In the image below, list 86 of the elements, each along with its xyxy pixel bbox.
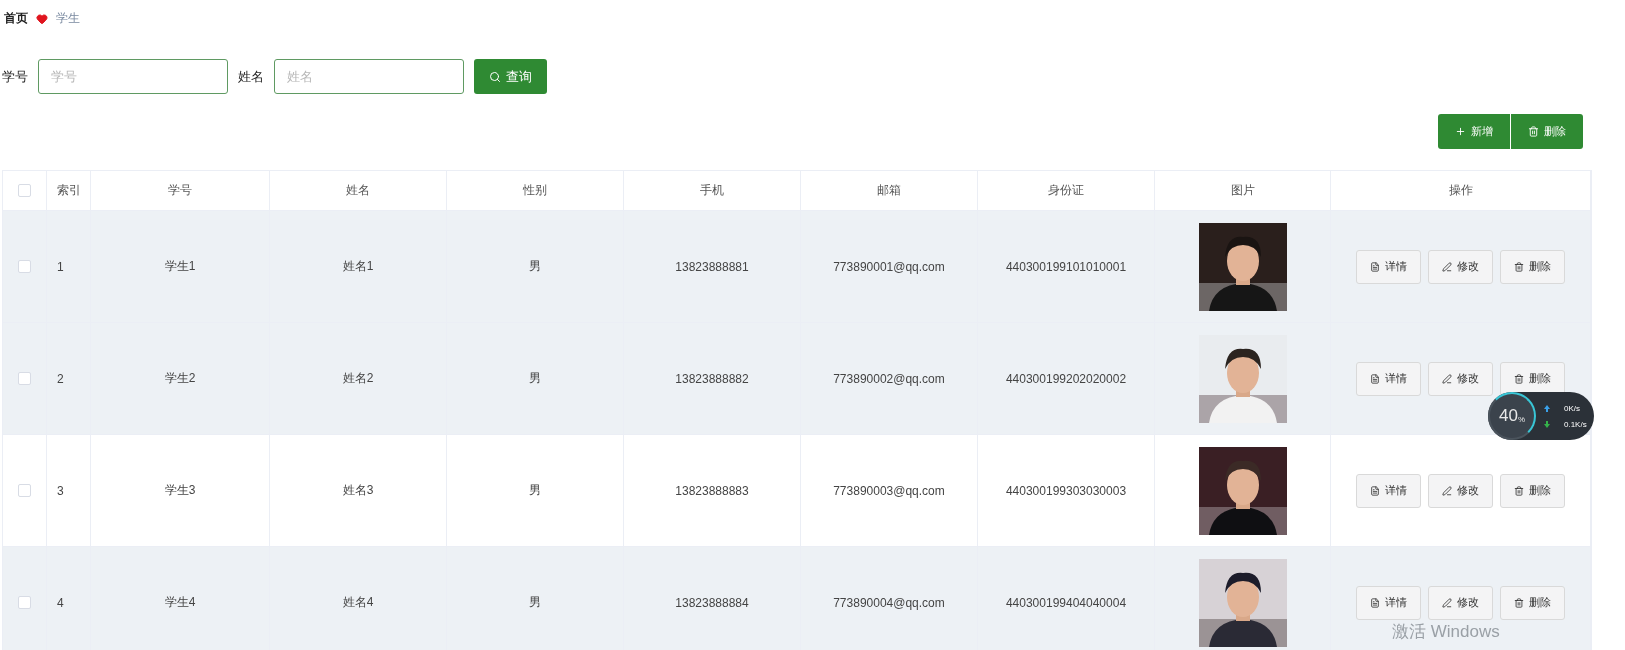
- table-cell: 姓名3: [270, 435, 447, 546]
- table-cell: 440300199303030003: [978, 435, 1155, 546]
- trash-icon: [1514, 261, 1524, 272]
- pen-icon: [1442, 261, 1452, 272]
- upload-rate: 0K/s: [1564, 403, 1580, 413]
- table-cell: 学生1: [91, 211, 270, 322]
- breadcrumb-item: 学生: [56, 10, 80, 27]
- table-cell: 13823888884: [624, 547, 801, 650]
- search-button[interactable]: 查询: [474, 59, 547, 94]
- percent-unit: %: [1517, 414, 1525, 424]
- breadcrumb-item[interactable]: 首页: [4, 10, 28, 27]
- detail-button[interactable]: 详情: [1356, 585, 1421, 620]
- delete-button[interactable]: 删除: [1500, 361, 1565, 396]
- table-cell: 440300199202020002: [978, 323, 1155, 434]
- download-rate: 0.1K/s: [1564, 419, 1587, 429]
- edit-button[interactable]: 修改: [1428, 249, 1493, 284]
- checkbox[interactable]: [18, 372, 31, 385]
- search-icon: [489, 70, 501, 83]
- checkbox[interactable]: [18, 184, 31, 197]
- table-cell: 773890001@qq.com: [801, 211, 978, 322]
- usage-percent: 40: [1498, 406, 1518, 426]
- table-cell: 4: [47, 547, 91, 650]
- table-cell: 男: [447, 323, 624, 434]
- table-cell: 773890002@qq.com: [801, 323, 978, 434]
- field-label: 学号: [2, 67, 28, 86]
- column-header: 姓名: [270, 171, 447, 210]
- column-header: 邮箱: [801, 171, 978, 210]
- column-header: 图片: [1155, 171, 1331, 210]
- column-header: 学号: [91, 171, 270, 210]
- table-cell: 姓名1: [270, 211, 447, 322]
- column-header: 手机: [624, 171, 801, 210]
- trash-icon: [1514, 373, 1524, 384]
- edit-button[interactable]: 修改: [1428, 473, 1493, 508]
- detail-button[interactable]: 详情: [1356, 473, 1421, 508]
- pen-icon: [1442, 485, 1452, 496]
- document-icon: [1370, 485, 1380, 496]
- table-cell: 13823888883: [624, 435, 801, 546]
- table-cell: 773890004@qq.com: [801, 547, 978, 650]
- table-cell: 学生4: [91, 547, 270, 650]
- document-icon: [1370, 261, 1380, 272]
- table-cell: 1: [47, 211, 91, 322]
- add-button[interactable]: 新增: [1438, 114, 1510, 149]
- table-cell: 男: [447, 435, 624, 546]
- detail-button[interactable]: 详情: [1356, 249, 1421, 284]
- heart-icon: [36, 12, 48, 25]
- delete-button[interactable]: 删除: [1500, 473, 1565, 508]
- table-cell: 13823888881: [624, 211, 801, 322]
- table-cell: 姓名4: [270, 547, 447, 650]
- plus-icon: [1455, 126, 1466, 137]
- table-cell: 姓名2: [270, 323, 447, 434]
- table-cell: 13823888882: [624, 323, 801, 434]
- table-cell: 440300199101010001: [978, 211, 1155, 322]
- table-cell: 2: [47, 323, 91, 434]
- table-cell: 学生2: [91, 323, 270, 434]
- trash-icon: [1514, 485, 1524, 496]
- delete-button[interactable]: 删除: [1500, 249, 1565, 284]
- checkbox[interactable]: [18, 596, 31, 609]
- document-icon: [1370, 597, 1380, 608]
- download-arrow-icon: [1544, 420, 1550, 428]
- table-cell: 男: [447, 547, 624, 650]
- edit-button[interactable]: 修改: [1428, 361, 1493, 396]
- column-header: 操作: [1331, 171, 1591, 210]
- field-label: 姓名: [238, 67, 264, 86]
- document-icon: [1370, 373, 1380, 384]
- column-header: 索引: [47, 171, 91, 210]
- trash-icon: [1528, 126, 1539, 137]
- pen-icon: [1442, 597, 1452, 608]
- activation-notice: 激活 Windows: [1392, 621, 1500, 643]
- edit-button[interactable]: 修改: [1428, 585, 1493, 620]
- pen-icon: [1442, 373, 1452, 384]
- search-field[interactable]: 姓名: [274, 59, 464, 94]
- table-cell: 440300199404040004: [978, 547, 1155, 650]
- checkbox[interactable]: [18, 484, 31, 497]
- trash-icon: [1514, 597, 1524, 608]
- delete-button[interactable]: 删除: [1511, 114, 1583, 149]
- table-cell: 学生3: [91, 435, 270, 546]
- search-field[interactable]: 学号: [38, 59, 228, 94]
- checkbox[interactable]: [18, 260, 31, 273]
- upload-arrow-icon: [1544, 404, 1550, 412]
- delete-button[interactable]: 删除: [1500, 585, 1565, 620]
- table-cell: 男: [447, 211, 624, 322]
- detail-button[interactable]: 详情: [1356, 361, 1421, 396]
- table-cell: 3: [47, 435, 91, 546]
- column-header: 性别: [447, 171, 624, 210]
- column-header: 身份证: [978, 171, 1155, 210]
- table-cell: 773890003@qq.com: [801, 435, 978, 546]
